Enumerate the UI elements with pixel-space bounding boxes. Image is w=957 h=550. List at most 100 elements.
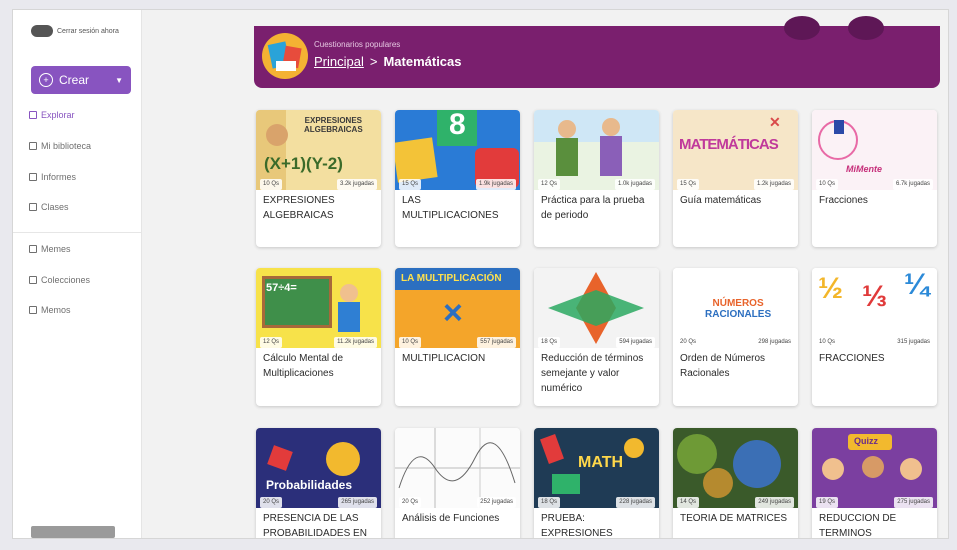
category-banner: Cuestionarios populares Principal > Mate… bbox=[254, 16, 940, 88]
sidebar-item-label: Clases bbox=[41, 202, 69, 212]
quiz-thumbnail: LA MULTIPLICACIÓN × 10 Qs 557 jugadas bbox=[395, 268, 520, 348]
play-count: 249 jugadas bbox=[755, 497, 794, 508]
quiz-card[interactable]: 14 Qs 249 jugadas TEORIA DE MATRICES bbox=[673, 428, 798, 538]
library-icon bbox=[29, 142, 37, 150]
question-count: 14 Qs bbox=[677, 497, 700, 508]
banner-decoration bbox=[848, 16, 884, 40]
question-count: 12 Qs bbox=[538, 179, 561, 190]
thumb-text: RACIONALES bbox=[705, 309, 772, 320]
quiz-title: PRESENCIA DE LAS PROBABILIDADES EN bbox=[263, 513, 367, 539]
quiz-thumbnail: ½ ⅓ ¼ 10 Qs 315 jugadas bbox=[812, 268, 937, 348]
thumb-text: NÚMEROS bbox=[712, 298, 764, 309]
quiz-title: REDUCCION DE TERMINOS bbox=[819, 513, 897, 539]
quiz-card[interactable]: MATH 18 Qs 228 jugadas PRUEBA: EXPRESIONE… bbox=[534, 428, 659, 538]
quiz-card[interactable]: LA MULTIPLICACIÓN × 10 Qs 557 jugadas MUL… bbox=[395, 268, 520, 406]
quiz-card[interactable]: ½ ⅓ ¼ 10 Qs 315 jugadas FRACCIONES bbox=[812, 268, 937, 406]
question-count: 10 Qs bbox=[260, 179, 283, 190]
quiz-card[interactable]: NÚMEROS RACIONALES 20 Qs 298 jugadas Orden… bbox=[673, 268, 798, 406]
memos-icon bbox=[29, 306, 37, 314]
quiz-title: Guía matemáticas bbox=[680, 195, 762, 206]
breadcrumb-current: Matemáticas bbox=[383, 54, 462, 69]
sidebar-item-memos[interactable]: Memos bbox=[29, 305, 71, 315]
plus-icon: + bbox=[39, 73, 53, 87]
play-count: 252 jugadas bbox=[477, 497, 516, 508]
quiz-title: Cálculo Mental de Multiplicaciones bbox=[263, 353, 344, 379]
thumb-text: MiMente bbox=[846, 164, 882, 174]
create-button[interactable]: + Crear ▼ bbox=[31, 66, 131, 94]
quiz-card[interactable]: Quizz 19 Qs 275 jugadas REDUCCION DE TERM… bbox=[812, 428, 937, 539]
question-count: 18 Qs bbox=[538, 337, 561, 348]
question-count: 15 Qs bbox=[677, 179, 700, 190]
explore-icon bbox=[29, 111, 37, 119]
sidebar-divider bbox=[13, 232, 141, 233]
sidebar-item-collections[interactable]: Colecciones bbox=[29, 275, 90, 285]
quiz-thumbnail: Probabilidades 20 Qs 265 jugadas bbox=[256, 428, 381, 508]
quiz-thumbnail: MiMente 10 Qs 6.7k jugadas bbox=[812, 110, 937, 190]
quiz-card[interactable]: 8 15 Qs 1.9k jugadas LAS MULTIPLICACIONES bbox=[395, 110, 520, 247]
quiz-title: FRACCIONES bbox=[819, 353, 885, 364]
sidebar-item-label: Memes bbox=[41, 244, 71, 254]
signout-link[interactable]: Cerrar sesión ahora bbox=[31, 20, 133, 42]
quiz-card[interactable]: EXPRESIONES ALGEBRAICAS (X+1)(Y-2) 10 Qs 3… bbox=[256, 110, 381, 247]
quiz-card[interactable]: MiMente 10 Qs 6.7k jugadas Fracciones bbox=[812, 110, 937, 247]
play-count: 1.0k jugadas bbox=[614, 179, 655, 190]
banner-decoration bbox=[784, 16, 820, 40]
question-count: 12 Qs bbox=[260, 337, 283, 348]
sidebar-item-classes[interactable]: Clases bbox=[29, 202, 69, 212]
quiz-card[interactable]: 18 Qs 594 jugadas Reducción de términos s… bbox=[534, 268, 659, 406]
sidebar-item-label: Explorar bbox=[41, 110, 75, 120]
quiz-card[interactable]: MATEMÁTICAS ✕ 15 Qs 1.2k jugadas Guía mat… bbox=[673, 110, 798, 247]
question-count: 10 Qs bbox=[816, 179, 839, 190]
chevron-down-icon: ▼ bbox=[115, 75, 123, 85]
quiz-card[interactable]: 57÷4= 12 Qs 11.2k jugadas Cálculo Mental … bbox=[256, 268, 381, 406]
quiz-thumbnail: 57÷4= 12 Qs 11.2k jugadas bbox=[256, 268, 381, 348]
sidebar-item-label: Colecciones bbox=[41, 275, 91, 285]
quiz-card[interactable]: 12 Qs 1.0k jugadas Práctica para la prueb… bbox=[534, 110, 659, 247]
user-avatar bbox=[31, 25, 53, 37]
play-count: 557 jugadas bbox=[477, 337, 516, 348]
question-count: 19 Qs bbox=[816, 497, 839, 508]
quiz-title: Orden de Números Racionales bbox=[680, 353, 766, 379]
play-count: 1.9k jugadas bbox=[475, 179, 516, 190]
question-count: 10 Qs bbox=[816, 337, 839, 348]
thumb-text: EXPRESIONES bbox=[304, 116, 363, 125]
quiz-title: LAS MULTIPLICACIONES bbox=[402, 195, 499, 221]
play-count: 1.2k jugadas bbox=[753, 179, 794, 190]
thumb-text: MATEMÁTICAS bbox=[679, 136, 779, 153]
thumb-text: 8 bbox=[449, 110, 466, 141]
question-count: 10 Qs bbox=[399, 337, 422, 348]
quiz-card[interactable]: Probabilidades 20 Qs 265 jugadas PRESENCI… bbox=[256, 428, 381, 539]
thumb-text: (X+1)(Y-2) bbox=[264, 154, 343, 173]
thumb-text: LA MULTIPLICACIÓN bbox=[401, 273, 502, 284]
thumb-text: MATH bbox=[578, 454, 624, 471]
sidebar-item-reports[interactable]: Informes bbox=[29, 172, 76, 182]
signout-label: Cerrar sesión ahora bbox=[57, 27, 119, 35]
quiz-card[interactable]: 20 Qs 252 jugadas Análisis de Funciones bbox=[395, 428, 520, 538]
quiz-thumbnail: MATEMÁTICAS ✕ 15 Qs 1.2k jugadas bbox=[673, 110, 798, 190]
quiz-title: EXPRESIONES ALGEBRAICAS bbox=[263, 195, 335, 221]
breadcrumb-separator: > bbox=[369, 54, 378, 69]
play-count: 228 jugadas bbox=[616, 497, 655, 508]
quiz-title: Reducción de términos semejante y valor … bbox=[541, 353, 644, 394]
sidebar-item-library[interactable]: Mi biblioteca bbox=[29, 141, 91, 151]
sidebar: Cerrar sesión ahora + Crear ▼ Explorar M… bbox=[13, 10, 142, 538]
play-count: 6.7k jugadas bbox=[892, 179, 933, 190]
quiz-title: Análisis de Funciones bbox=[402, 513, 500, 524]
play-count: 11.2k jugadas bbox=[334, 337, 377, 348]
quiz-title: Fracciones bbox=[819, 195, 868, 206]
question-count: 20 Qs bbox=[260, 497, 283, 508]
question-count: 20 Qs bbox=[399, 497, 422, 508]
quiz-thumbnail: 12 Qs 1.0k jugadas bbox=[534, 110, 659, 190]
play-count: 298 jugadas bbox=[755, 337, 794, 348]
sidebar-footer-button[interactable] bbox=[31, 526, 115, 538]
sidebar-item-explore[interactable]: Explorar bbox=[29, 110, 75, 120]
sidebar-item-memes[interactable]: Memes bbox=[29, 244, 71, 254]
breadcrumb-root-link[interactable]: Principal bbox=[314, 54, 364, 69]
category-icon bbox=[262, 33, 308, 79]
thumb-text: Probabilidades bbox=[266, 478, 353, 492]
banner-subtitle: Cuestionarios populares bbox=[314, 40, 401, 49]
play-count: 265 jugadas bbox=[338, 497, 377, 508]
sidebar-item-label: Mi biblioteca bbox=[41, 141, 92, 151]
app-window: Cerrar sesión ahora + Crear ▼ Explorar M… bbox=[12, 9, 949, 539]
quiz-thumbnail: MATH 18 Qs 228 jugadas bbox=[534, 428, 659, 508]
